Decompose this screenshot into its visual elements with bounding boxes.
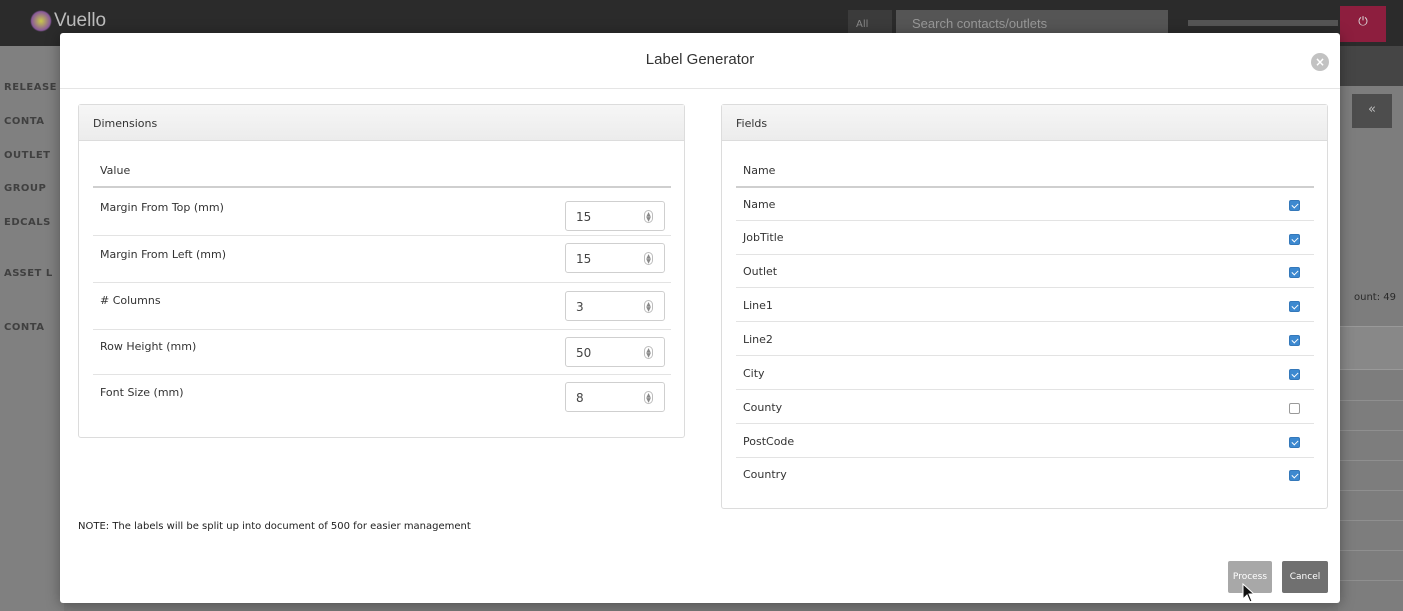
columns-input[interactable]: 3 ▲ ▼ xyxy=(565,291,665,321)
stepper-icon[interactable]: ▲ ▼ xyxy=(644,210,653,223)
stepper-icon[interactable]: ▲ ▼ xyxy=(644,391,653,404)
field-checkbox-county[interactable] xyxy=(1289,403,1300,414)
cancel-button[interactable]: Cancel xyxy=(1282,561,1328,593)
stepper-icon[interactable]: ▲ ▼ xyxy=(644,300,653,313)
field-checkbox-outlet[interactable] xyxy=(1289,267,1300,278)
margin-left-label: Margin From Left (mm) xyxy=(100,248,227,261)
power-button[interactable]: ⏻ xyxy=(1340,6,1386,42)
divider xyxy=(736,220,1314,221)
sidebar-item-releases[interactable]: RELEASE xyxy=(4,82,57,93)
dialog-header: Label Generator × xyxy=(60,33,1340,89)
divider xyxy=(736,186,1314,188)
divider xyxy=(93,186,671,188)
field-label-city: City xyxy=(743,367,765,380)
table-row xyxy=(1338,580,1403,581)
field-checkbox-name[interactable] xyxy=(1289,200,1300,211)
table-row xyxy=(1338,460,1403,461)
margin-left-value: 15 xyxy=(576,252,592,266)
font-size-input[interactable]: 8 ▲ ▼ xyxy=(565,382,665,412)
divider xyxy=(736,423,1314,424)
table-row xyxy=(1338,490,1403,491)
field-checkbox-line1[interactable] xyxy=(1289,301,1300,312)
field-label-jobtitle: JobTitle xyxy=(743,231,784,244)
row-height-input[interactable]: 50 ▲ ▼ xyxy=(565,337,665,367)
divider xyxy=(93,374,671,375)
divider xyxy=(736,355,1314,356)
divider xyxy=(736,389,1314,390)
dimensions-heading: Dimensions xyxy=(79,105,684,141)
columns-label: # Columns xyxy=(100,294,161,307)
mouse-cursor-icon xyxy=(1242,582,1256,603)
divider xyxy=(93,329,671,330)
close-icon[interactable]: × xyxy=(1311,53,1329,71)
table-row xyxy=(1338,400,1403,401)
font-size-label: Font Size (mm) xyxy=(100,386,184,399)
font-size-value: 8 xyxy=(576,391,584,405)
logo-text: Vuello xyxy=(54,10,107,32)
stepper-icon[interactable]: ▲ ▼ xyxy=(644,252,653,265)
divider xyxy=(736,321,1314,322)
chevron-up-icon: « xyxy=(1368,102,1376,117)
collapse-button[interactable]: « xyxy=(1352,94,1392,128)
row-height-label: Row Height (mm) xyxy=(100,340,197,353)
field-label-postcode: PostCode xyxy=(743,435,795,448)
sidebar-item-edcals[interactable]: EDCALS xyxy=(4,217,51,228)
margin-top-value: 15 xyxy=(576,210,592,224)
fields-heading: Fields xyxy=(722,105,1327,141)
table-row xyxy=(1338,550,1403,551)
stepper-icon[interactable]: ▲ ▼ xyxy=(644,346,653,359)
dialog-title: Label Generator xyxy=(645,51,755,68)
margin-left-input[interactable]: 15 ▲ ▼ xyxy=(565,243,665,273)
sidebar-item-groups[interactable]: GROUP xyxy=(4,183,46,194)
dimensions-column-header: Value xyxy=(100,164,131,177)
label-generator-dialog: Label Generator × Dimensions Value Margi… xyxy=(60,33,1340,603)
divider xyxy=(736,457,1314,458)
sidebar-item-asset-library[interactable]: ASSET L xyxy=(4,268,53,279)
fields-panel: Fields Name Name JobTitle Outlet Line1 L… xyxy=(721,104,1328,509)
dimensions-panel: Dimensions Value Margin From Top (mm) 15… xyxy=(78,104,685,438)
results-toolbar xyxy=(1338,46,1403,86)
field-checkbox-line2[interactable] xyxy=(1289,335,1300,346)
divider xyxy=(93,282,671,283)
sidebar-item-contact[interactable]: CONTA xyxy=(4,322,45,333)
divider xyxy=(736,254,1314,255)
row-height-value: 50 xyxy=(576,346,592,360)
field-label-country: Country xyxy=(743,468,787,481)
margin-top-label: Margin From Top (mm) xyxy=(100,201,224,214)
margin-top-input[interactable]: 15 ▲ ▼ xyxy=(565,201,665,231)
columns-value: 3 xyxy=(576,300,584,314)
sidebar-item-outlets[interactable]: OUTLET xyxy=(4,150,50,161)
field-label-line2: Line2 xyxy=(743,333,773,346)
user-name[interactable] xyxy=(1188,20,1338,26)
logo-mark-icon xyxy=(30,10,52,32)
divider xyxy=(736,287,1314,288)
field-checkbox-country[interactable] xyxy=(1289,470,1300,481)
divider xyxy=(93,235,671,236)
field-checkbox-jobtitle[interactable] xyxy=(1289,234,1300,245)
table-row xyxy=(1338,520,1403,521)
field-label-name: Name xyxy=(743,198,776,211)
result-count: ount: 49 xyxy=(1354,292,1396,303)
app-logo[interactable]: Vuello xyxy=(30,10,106,32)
fields-column-header: Name xyxy=(743,164,776,177)
results-table-header xyxy=(1338,326,1403,370)
split-note: NOTE: The labels will be split up into d… xyxy=(78,521,471,532)
field-label-outlet: Outlet xyxy=(743,265,778,278)
sidebar-item-contacts[interactable]: CONTA xyxy=(4,116,45,127)
field-checkbox-city[interactable] xyxy=(1289,369,1300,380)
field-label-county: County xyxy=(743,401,783,414)
table-row xyxy=(1338,430,1403,431)
field-checkbox-postcode[interactable] xyxy=(1289,437,1300,448)
sidebar: RELEASE CONTA OUTLET GROUP EDCALS ASSET … xyxy=(0,46,64,611)
power-icon: ⏻ xyxy=(1358,14,1368,28)
field-label-line1: Line1 xyxy=(743,299,773,312)
